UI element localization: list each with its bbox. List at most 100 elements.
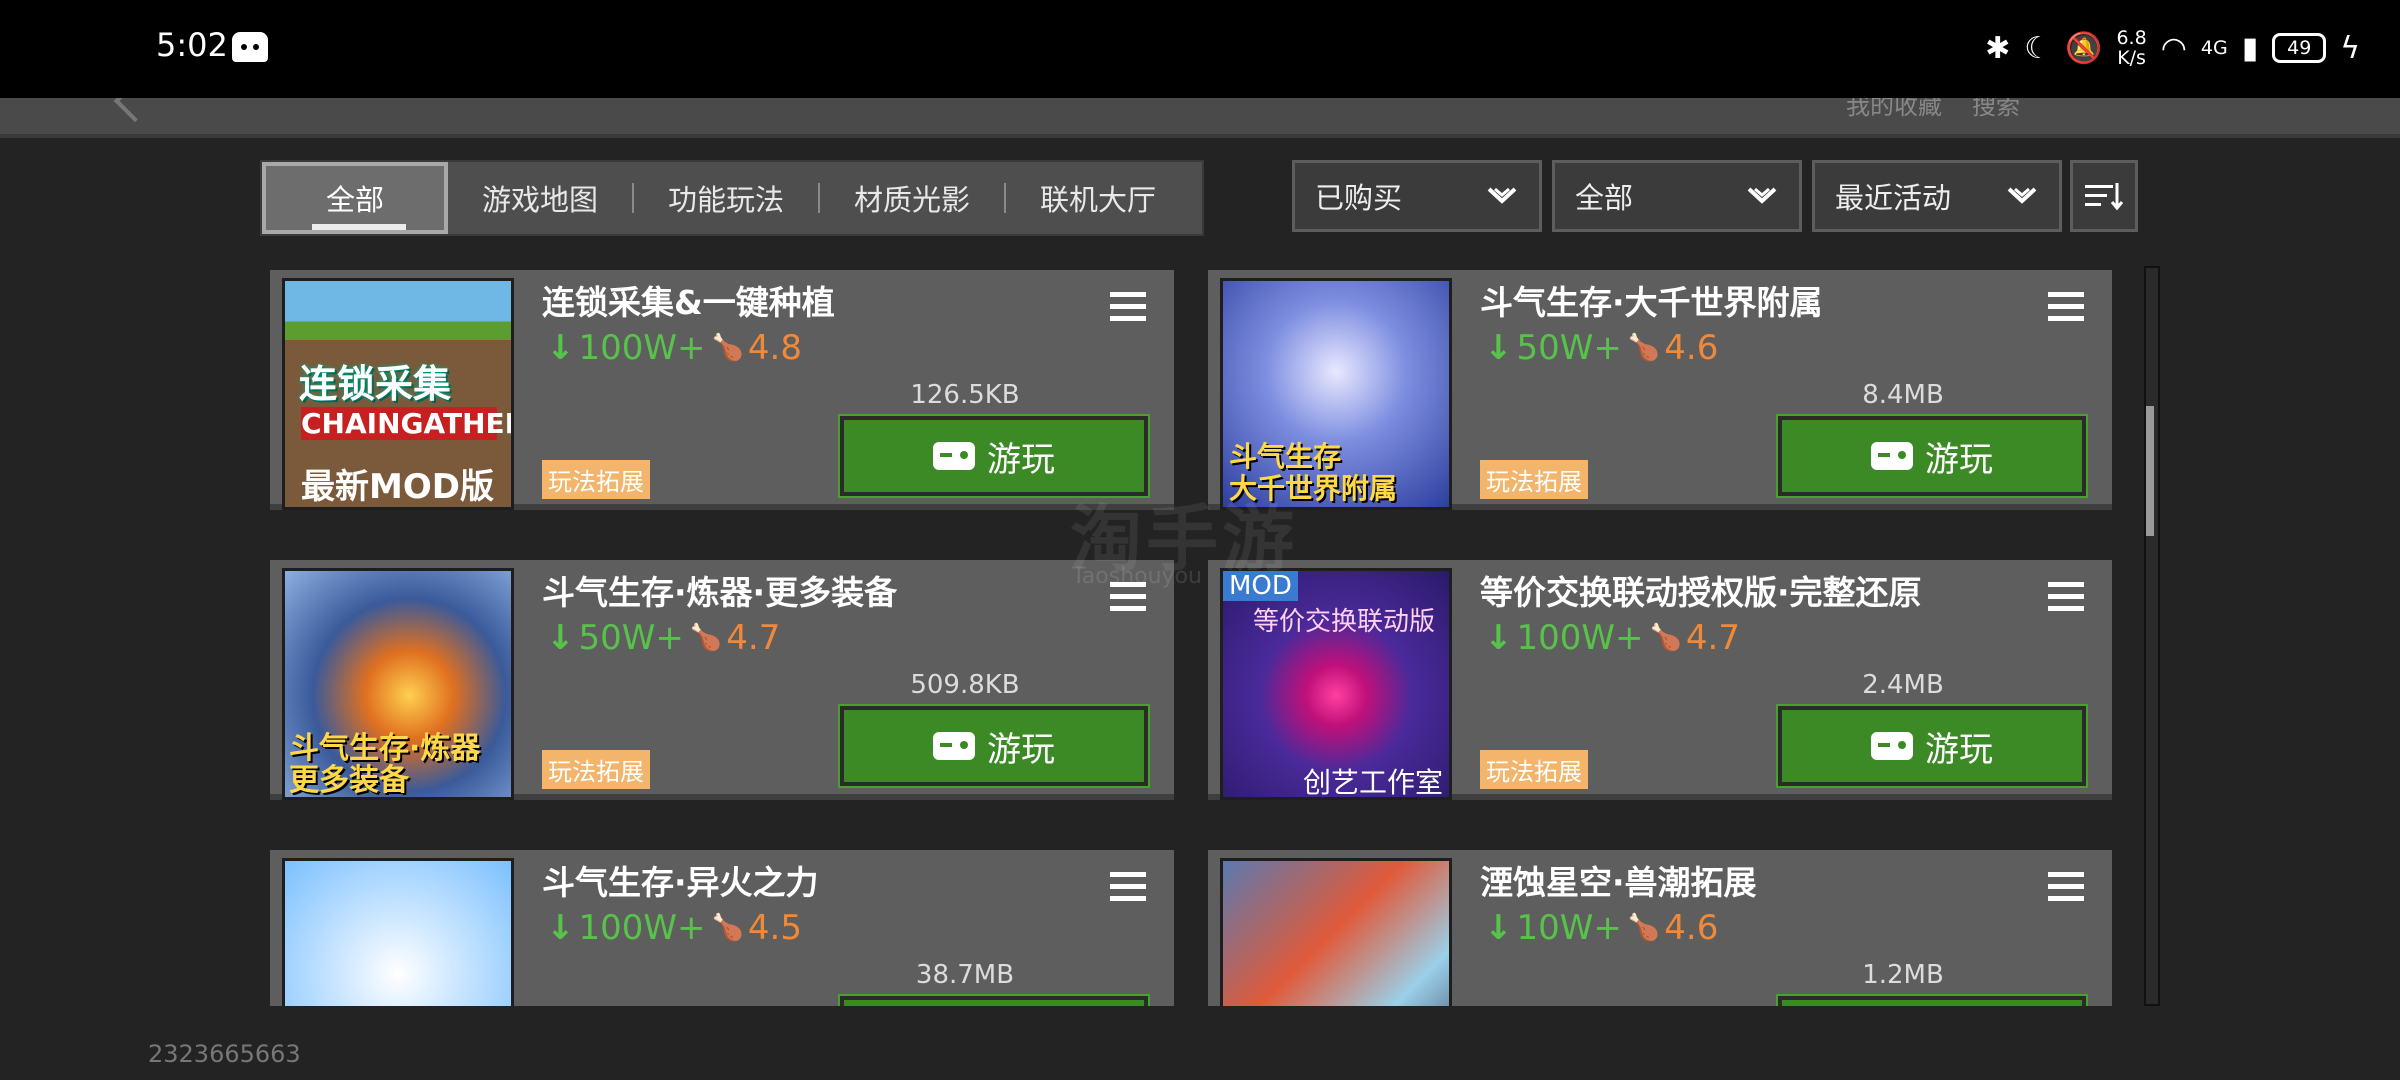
download-icon: ↓ (546, 618, 575, 658)
download-icon: ↓ (1484, 618, 1513, 658)
file-size: 126.5KB (910, 380, 1020, 410)
status-icons: ✱ ☾ 🔕 6.8 K/s ◠ 4G ▮ 49 ϟ (1985, 20, 2360, 76)
play-button[interactable]: 游玩 (1776, 414, 2088, 498)
download-count: 100W+ (1516, 618, 1644, 658)
thumb-text: 最新MOD版 (301, 467, 494, 507)
download-icon: ↓ (1484, 328, 1513, 368)
sort-filter-dropdown[interactable]: 最近活动 (1812, 160, 2062, 232)
menu-icon[interactable] (1110, 292, 1146, 322)
mod-thumbnail[interactable]: MOD 等价交换联动版 创艺工作室 (1220, 568, 1452, 800)
charging-icon: ϟ (2340, 30, 2360, 66)
category-tag: 玩法拓展 (542, 750, 650, 789)
search-link[interactable]: 搜索 (1972, 98, 2020, 121)
scrollbar-thumb[interactable] (2146, 406, 2154, 536)
mod-thumbnail[interactable]: 斗气生存·炼器 更多装备 (282, 568, 514, 800)
category-tabs: 全部 游戏地图 功能玩法 材质光影 联机大厅 (260, 160, 1204, 236)
gamepad-icon (1871, 732, 1913, 760)
watermark-sub: Taoshouyou (1072, 564, 1202, 589)
mod-title[interactable]: 斗气生存·炼器·更多装备 (542, 566, 897, 614)
file-size: 509.8KB (910, 670, 1020, 700)
download-count: 100W+ (578, 328, 706, 368)
mod-card[interactable]: 湮蚀星空·兽潮拓展 ↓ 10W+ 🍗 4.6 1.2MB 游玩 (1208, 850, 2112, 1006)
tab-all[interactable]: 全部 (262, 162, 448, 234)
net-speed: 6.8 K/s (2116, 27, 2147, 69)
network-type: 4G (2200, 37, 2228, 59)
mod-thumbnail[interactable]: 斗气生存 大千世界附属 (1220, 278, 1452, 510)
rating: 4.8 (747, 328, 802, 368)
drumstick-icon: 🍗 (1627, 333, 1661, 363)
mod-thumbnail[interactable]: 连锁采集 CHAINGATHER 最新MOD版 (282, 278, 514, 510)
mod-card[interactable]: MOD 等价交换联动版 创艺工作室 等价交换联动授权版·完整还原 ↓ 100W+… (1208, 560, 2112, 800)
mod-title[interactable]: 斗气生存·大千世界附属 (1480, 276, 1823, 324)
mod-list[interactable]: 连锁采集 CHAINGATHER 最新MOD版 连锁采集&一键种植 ↓ 100W… (260, 266, 2120, 1006)
category-tag: 玩法拓展 (1480, 750, 1588, 789)
tab-multiplayer[interactable]: 联机大厅 (1006, 162, 1190, 234)
gamepad-icon (933, 442, 975, 470)
mod-thumbnail[interactable] (1220, 858, 1452, 1006)
play-button[interactable]: 游玩 (838, 704, 1150, 788)
thumb-text: 创艺工作室 (1303, 766, 1444, 799)
mod-title[interactable]: 等价交换联动授权版·完整还原 (1480, 566, 1922, 614)
category-filter-dropdown[interactable]: 全部 (1552, 160, 1802, 232)
sort-order-button[interactable] (2070, 160, 2138, 232)
back-icon[interactable] (113, 98, 157, 123)
drumstick-icon: 🍗 (711, 333, 744, 363)
file-size: 38.7MB (915, 960, 1015, 990)
mod-title[interactable]: 斗气生存·异火之力 (542, 856, 819, 904)
scrollbar-track[interactable] (2144, 266, 2160, 1006)
drumstick-icon: 🍗 (689, 623, 723, 653)
rating: 4.5 (747, 908, 802, 948)
play-label: 游玩 (1925, 439, 1993, 480)
play-label: 游玩 (987, 439, 1055, 480)
tab-textures[interactable]: 材质光影 (820, 162, 1004, 234)
play-button[interactable]: 游玩 (1776, 994, 2088, 1006)
download-count: 50W+ (1516, 328, 1622, 368)
moon-icon: ☾ (2024, 30, 2052, 66)
thumb-text: 斗气生存·炼器 更多装备 (289, 731, 481, 798)
tab-gameplay[interactable]: 功能玩法 (634, 162, 818, 234)
download-count: 100W+ (578, 908, 706, 948)
drumstick-icon: 🍗 (1649, 623, 1682, 653)
rating: 4.6 (1664, 908, 1719, 948)
play-label: 游玩 (1925, 729, 1993, 770)
mod-stats: ↓ 100W+ 🍗 4.7 (1484, 618, 1740, 658)
mod-card[interactable]: 连锁采集 CHAINGATHER 最新MOD版 连锁采集&一键种植 ↓ 100W… (270, 270, 1174, 510)
menu-icon[interactable] (1110, 872, 1146, 902)
file-size: 8.4MB (1862, 380, 1944, 410)
gamepad-icon (933, 732, 975, 760)
purchase-filter-dropdown[interactable]: 已购买 (1292, 160, 1542, 232)
mod-card[interactable]: 斗气生存 大千世界附属 斗气生存·大千世界附属 ↓ 50W+ 🍗 4.6 8.4… (1208, 270, 2112, 510)
mod-title[interactable]: 湮蚀星空·兽潮拓展 (1480, 856, 1757, 904)
play-button[interactable]: 游玩 (1776, 704, 2088, 788)
download-icon: ↓ (1484, 908, 1513, 948)
menu-icon[interactable] (2048, 582, 2084, 612)
mod-card[interactable]: 斗气生存·炼器 更多装备 斗气生存·炼器·更多装备 ↓ 50W+ 🍗 4.7 5… (270, 560, 1174, 800)
rating: 4.7 (726, 618, 781, 658)
download-count: 50W+ (578, 618, 684, 658)
wifi-icon: ◠ (2160, 30, 2187, 66)
drumstick-icon: 🍗 (1627, 913, 1661, 943)
drumstick-icon: 🍗 (711, 913, 744, 943)
mod-thumbnail[interactable] (282, 858, 514, 1006)
chevron-down-icon (1747, 187, 1777, 204)
mod-stats: ↓ 100W+ 🍗 4.5 (546, 908, 802, 948)
menu-icon[interactable] (2048, 872, 2084, 902)
play-label: 游玩 (987, 729, 1055, 770)
app-notification-icon (232, 32, 268, 62)
favorites-link[interactable]: 我的收藏 (1846, 98, 1942, 121)
download-count: 10W+ (1516, 908, 1622, 948)
user-id: 2323665663 (148, 1040, 301, 1068)
rating: 4.7 (1685, 618, 1740, 658)
download-icon: ↓ (546, 908, 575, 948)
mod-card[interactable]: 斗气生存·异火之力 ↓ 100W+ 🍗 4.5 38.7MB 游玩 (270, 850, 1174, 1006)
signal-icon: ▮ (2241, 30, 2259, 66)
mod-title[interactable]: 连锁采集&一键种植 (542, 276, 835, 324)
download-icon: ↓ (546, 328, 575, 368)
tab-game-maps[interactable]: 游戏地图 (448, 162, 632, 234)
rating: 4.6 (1664, 328, 1719, 368)
mod-stats: ↓ 100W+ 🍗 4.8 (546, 328, 802, 368)
purchase-filter-label: 已购买 (1315, 181, 1403, 215)
menu-icon[interactable] (2048, 292, 2084, 322)
play-button[interactable]: 游玩 (838, 994, 1150, 1006)
chevron-down-icon (2007, 187, 2037, 204)
